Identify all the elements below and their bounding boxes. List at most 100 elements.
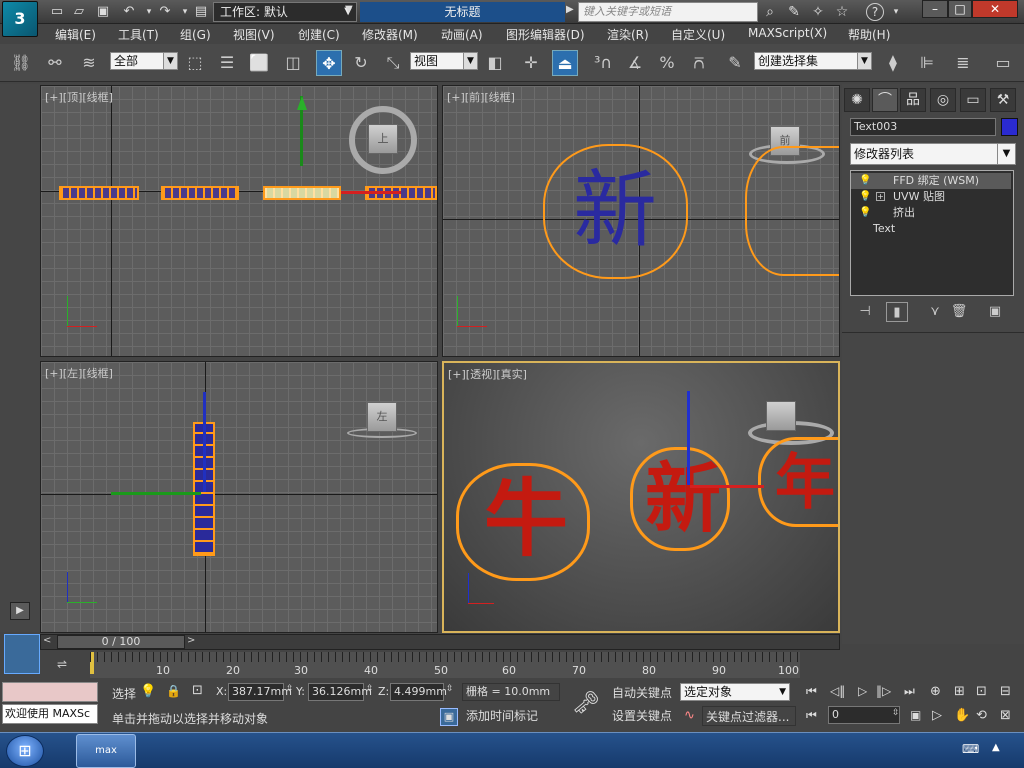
prev-frame-icon[interactable]: < bbox=[43, 635, 51, 646]
menu-views[interactable]: 视图(V) bbox=[233, 26, 275, 43]
select-and-move-icon[interactable]: ✥ bbox=[316, 50, 342, 76]
lightbulb-icon[interactable]: 💡 bbox=[859, 205, 871, 221]
time-slider[interactable]: < 0 / 100 > bbox=[40, 634, 840, 650]
pan-icon[interactable]: ✋ bbox=[954, 708, 970, 723]
viewport-perspective[interactable]: [+][透视][真实] 牛 新 年 bbox=[442, 361, 840, 633]
go-to-end-icon[interactable]: ⏭ bbox=[904, 684, 915, 699]
pivot-center-icon[interactable]: ◧ bbox=[482, 50, 508, 76]
unlink-icon[interactable]: ⚯ bbox=[42, 50, 68, 76]
add-time-tag-button[interactable]: 添加时间标记 bbox=[462, 706, 560, 726]
key-mode-toggle-icon[interactable]: ⏮ bbox=[806, 708, 817, 723]
angle-snap-icon[interactable]: ∡ bbox=[622, 50, 648, 76]
time-configuration-icon[interactable]: ▣ bbox=[910, 708, 921, 722]
help-icon[interactable]: ? bbox=[866, 3, 884, 21]
close-button[interactable]: ✕ bbox=[972, 0, 1018, 18]
undo-icon[interactable]: ↶ bbox=[120, 3, 138, 21]
spinner-icon[interactable]: ⇳ bbox=[286, 684, 294, 694]
select-by-name-icon[interactable]: ☰ bbox=[214, 50, 240, 76]
ffd-lattice-2[interactable] bbox=[745, 146, 839, 276]
pin-stack-icon[interactable]: ⊣ bbox=[854, 302, 876, 322]
key-filters-icon[interactable]: ∿ bbox=[684, 708, 695, 723]
layer-manager-icon[interactable]: ≣ bbox=[950, 50, 976, 76]
absolute-mode-icon[interactable]: ⊡ bbox=[192, 683, 203, 698]
menu-edit[interactable]: 编辑(E) bbox=[55, 26, 96, 43]
object-color-swatch[interactable] bbox=[1001, 118, 1018, 136]
go-to-start-icon[interactable]: ⏮ bbox=[806, 684, 817, 699]
favorites-star-icon[interactable]: ☆ bbox=[832, 2, 852, 22]
expand-panel-icon[interactable]: ▶ bbox=[10, 602, 30, 620]
keyboard-icon[interactable]: ⌨ bbox=[962, 742, 979, 756]
viewport-label[interactable]: [+][前][线框] bbox=[447, 89, 515, 105]
key-mode-dropdown[interactable]: 选定对象 ▼ bbox=[680, 683, 790, 701]
previous-key-icon[interactable]: ◁‖ bbox=[830, 684, 845, 698]
binoculars-icon[interactable]: ⌕ bbox=[760, 2, 780, 22]
reference-coordinate-dropdown[interactable]: 视图 ▼ bbox=[410, 52, 478, 70]
mirror-icon[interactable]: ⧫ bbox=[880, 50, 906, 76]
menu-tools[interactable]: 工具(T) bbox=[118, 26, 159, 43]
start-button[interactable]: ⊞ bbox=[6, 735, 44, 767]
orbit-icon[interactable]: ⟲ bbox=[976, 708, 987, 723]
help-dropdown-icon[interactable]: ▾ bbox=[886, 2, 906, 22]
viewport-label[interactable]: [+][顶][线框] bbox=[45, 89, 113, 105]
time-tag-icon[interactable]: ▣ bbox=[440, 708, 458, 726]
select-object-icon[interactable]: ⬚ bbox=[182, 50, 208, 76]
menu-modifiers[interactable]: 修改器(M) bbox=[362, 26, 418, 43]
utilities-tab-icon[interactable]: ⚒ bbox=[990, 88, 1016, 112]
lightbulb-icon[interactable]: 💡 bbox=[859, 173, 871, 189]
next-frame-icon[interactable]: > bbox=[187, 635, 195, 646]
viewport-label[interactable]: [+][透视][真实] bbox=[448, 366, 527, 382]
maxscript-listener-pink[interactable] bbox=[2, 682, 98, 702]
redo-icon[interactable]: ↷ bbox=[156, 3, 174, 21]
z-coordinate-field[interactable]: 4.499mm bbox=[390, 683, 447, 701]
text-object-persp-1[interactable]: 牛 bbox=[476, 469, 576, 569]
auto-key-button[interactable]: 自动关键点 bbox=[610, 683, 676, 703]
remove-modifier-icon[interactable]: 🗑 bbox=[948, 302, 970, 322]
expand-arrow-icon[interactable]: ▶ bbox=[566, 4, 574, 15]
zoom-all-icon[interactable]: ⊞ bbox=[954, 684, 965, 699]
show-end-result-icon[interactable]: ▮ bbox=[886, 302, 908, 322]
viewport-layout-icon[interactable] bbox=[4, 634, 40, 674]
edit-named-selection-icon[interactable]: ✎ bbox=[722, 50, 748, 76]
viewport-top[interactable]: [+][顶][线框] 上 bbox=[40, 85, 438, 357]
spinner-snap-icon[interactable]: ⩃ bbox=[686, 50, 712, 76]
window-crossing-icon[interactable]: ◫ bbox=[280, 50, 306, 76]
motion-tab-icon[interactable]: ◎ bbox=[930, 88, 956, 112]
menu-create[interactable]: 创建(C) bbox=[298, 26, 340, 43]
viewcube[interactable] bbox=[766, 401, 796, 431]
viewport-label[interactable]: [+][左][线框] bbox=[45, 365, 113, 381]
menu-help[interactable]: 帮助(H) bbox=[848, 26, 890, 43]
stack-item-text[interactable]: Text bbox=[851, 221, 1011, 237]
isolate-icon[interactable]: 💡 bbox=[140, 684, 156, 699]
link-icon[interactable]: ⛓ bbox=[8, 50, 34, 76]
selection-filter-dropdown[interactable]: 全部 ▼ bbox=[110, 52, 178, 70]
text-object-persp-2[interactable]: 新 bbox=[638, 451, 728, 547]
next-key-icon[interactable]: ‖▷ bbox=[876, 684, 891, 698]
render-setup-icon[interactable]: ▭ bbox=[990, 50, 1016, 76]
workspace-selector[interactable]: 工作区: 默认 ▼ bbox=[213, 2, 357, 22]
stack-item-extrude[interactable]: 💡 挤出 bbox=[851, 205, 1011, 221]
configure-modifier-sets-icon[interactable]: ▣ bbox=[984, 302, 1006, 322]
play-icon[interactable]: ▷ bbox=[858, 684, 867, 698]
manipulate-icon[interactable]: ✛ bbox=[518, 50, 544, 76]
workspace-menu-icon[interactable]: ▼ bbox=[345, 4, 353, 15]
lightbulb-icon[interactable]: 💡 bbox=[859, 189, 871, 205]
expand-plus-icon[interactable]: + bbox=[876, 192, 885, 201]
viewport-front[interactable]: [+][前][线框] 前 新 bbox=[442, 85, 840, 357]
rectangular-selection-icon[interactable]: ⬜ bbox=[246, 50, 272, 76]
menu-maxscript[interactable]: MAXScript(X) bbox=[748, 26, 827, 40]
zoom-icon[interactable]: ⊕ bbox=[930, 684, 941, 699]
object-name-field[interactable]: Text003 bbox=[850, 118, 996, 136]
field-of-view-icon[interactable]: ▷ bbox=[932, 708, 942, 723]
display-tab-icon[interactable]: ▭ bbox=[960, 88, 986, 112]
menu-graph-editors[interactable]: 图形编辑器(D) bbox=[506, 26, 585, 43]
menu-animation[interactable]: 动画(A) bbox=[441, 26, 483, 43]
create-tab-icon[interactable]: ✺ bbox=[844, 88, 870, 112]
mini-curve-editor-icon[interactable]: ⇌ bbox=[50, 654, 74, 674]
stack-item-ffd[interactable]: 💡 FFD 绑定 (WSM) bbox=[851, 173, 1011, 189]
taskbar-app-3dsmax[interactable]: max bbox=[76, 734, 136, 768]
select-and-rotate-icon[interactable]: ↻ bbox=[348, 50, 374, 76]
spinner-icon[interactable]: ⇳ bbox=[446, 684, 454, 694]
lock-icon[interactable]: 🔒 bbox=[166, 684, 181, 698]
tray-arrow-icon[interactable]: ▲ bbox=[992, 742, 1000, 753]
text-object-1[interactable] bbox=[59, 186, 139, 200]
